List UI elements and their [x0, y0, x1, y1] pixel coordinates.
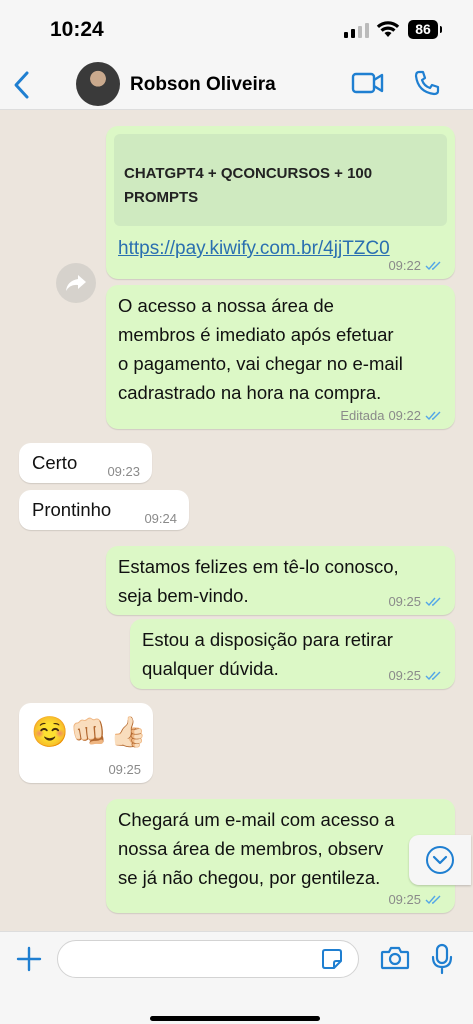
input-bar — [0, 931, 473, 1024]
message-text: Estou a disposição para retirar qualquer… — [142, 629, 393, 679]
battery-indicator: 86 — [408, 20, 442, 39]
message-text: Chegará um e-mail com acesso a nossa áre… — [118, 809, 395, 888]
message-text: Estamos felizes em tê-lo conosco, seja b… — [118, 556, 399, 606]
message-time: 09:25 — [388, 892, 421, 907]
message-time: 09:23 — [107, 464, 140, 479]
message-meta: 09:25 — [388, 668, 443, 683]
read-receipt-icon — [425, 895, 441, 904]
avatar[interactable] — [76, 62, 120, 106]
message-bubble-incoming[interactable]: Prontinho 09:24 — [19, 490, 189, 530]
message-meta: 09:25 — [388, 892, 443, 907]
scroll-down-button[interactable] — [409, 835, 471, 885]
chat-header: Robson Oliveira — [0, 60, 473, 110]
message-text: Certo — [32, 452, 78, 473]
message-meta: 09:25 — [388, 594, 443, 609]
read-receipt-icon — [425, 671, 441, 680]
message-bubble-incoming[interactable]: ☺️👊🏻👍🏻 09:25 — [19, 703, 153, 783]
forward-button[interactable] — [56, 263, 96, 303]
message-bubble[interactable]: O acesso a nossa área de membros é imedi… — [106, 285, 455, 429]
status-time: 10:24 — [50, 18, 104, 41]
message-bubble-link[interactable]: CHATGPT4 + QCONCURSOS + 100 PROMPTS http… — [106, 126, 455, 279]
message-input[interactable] — [57, 940, 359, 978]
message-bubble[interactable]: Estamos felizes em tê-lo conosco, seja b… — [106, 546, 455, 615]
message-meta: 09:24 — [144, 511, 177, 526]
message-time: 09:25 — [108, 762, 141, 777]
camera-icon[interactable] — [380, 945, 410, 971]
read-receipt-icon — [425, 597, 441, 606]
message-text: O acesso a nossa área de membros é imedi… — [118, 295, 403, 403]
message-bubble[interactable]: Chegará um e-mail com acesso a nossa áre… — [106, 799, 455, 913]
message-link[interactable]: https://pay.kiwify.com.br/4jjTZC0 — [118, 238, 390, 260]
voice-call-icon[interactable] — [413, 69, 441, 97]
message-meta: Editada 09:22 — [340, 408, 443, 423]
link-preview-title: CHATGPT4 + QCONCURSOS + 100 PROMPTS — [124, 165, 373, 206]
read-receipt-icon — [425, 261, 441, 270]
video-call-icon[interactable] — [351, 70, 385, 96]
status-bar: 10:24 86 — [0, 0, 473, 60]
sticker-icon[interactable] — [321, 948, 343, 970]
scroll-down-icon — [426, 846, 454, 874]
message-meta: 09:22 — [388, 258, 443, 273]
back-icon[interactable] — [10, 68, 34, 102]
microphone-icon[interactable] — [431, 943, 453, 975]
signal-icon — [344, 22, 369, 38]
message-time: 09:25 — [388, 594, 421, 609]
message-meta: 09:23 — [107, 464, 140, 479]
message-time: 09:24 — [144, 511, 177, 526]
plus-icon[interactable] — [14, 944, 44, 974]
contact-name[interactable]: Robson Oliveira — [130, 74, 276, 96]
message-time: 09:25 — [388, 668, 421, 683]
message-emojis: ☺️👊🏻👍🏻 — [31, 716, 150, 749]
message-time: 09:22 — [388, 258, 421, 273]
message-time: 09:22 — [388, 408, 421, 423]
edited-label: Editada — [340, 408, 385, 423]
wifi-icon — [376, 21, 400, 37]
home-indicator — [150, 1016, 320, 1021]
message-bubble[interactable]: Estou a disposição para retirar qualquer… — [130, 619, 455, 689]
message-text: Prontinho — [32, 499, 112, 520]
chat-area[interactable]: CHATGPT4 + QCONCURSOS + 100 PROMPTS http… — [0, 111, 473, 931]
message-meta: 09:25 — [108, 762, 141, 777]
forward-icon — [66, 275, 86, 291]
read-receipt-icon — [425, 411, 441, 420]
link-preview[interactable]: CHATGPT4 + QCONCURSOS + 100 PROMPTS — [114, 134, 447, 226]
message-bubble-incoming[interactable]: Certo 09:23 — [19, 443, 152, 483]
